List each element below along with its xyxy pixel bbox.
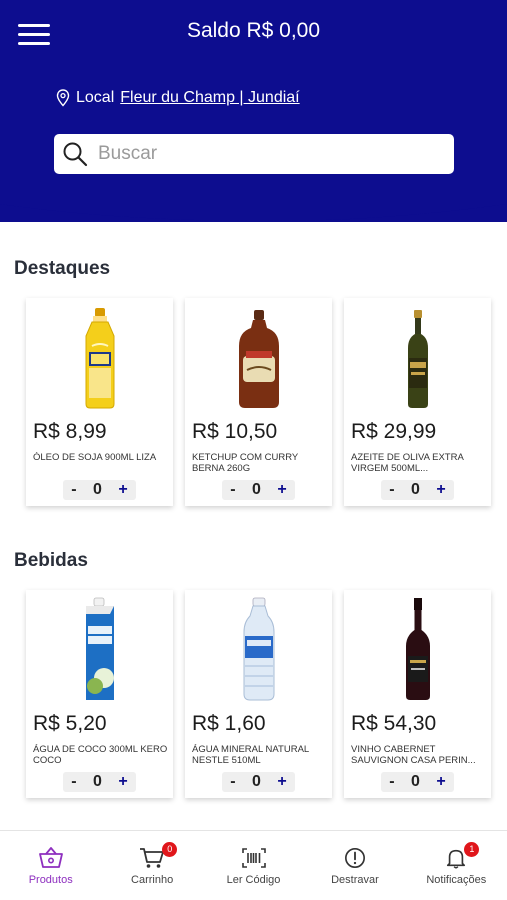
tab-label: Ler Código (226, 874, 281, 886)
product-name: ÁGUA MINERAL NATURAL NESTLE 510ml (192, 744, 309, 766)
tab-label: Notificações (426, 874, 487, 886)
quantity-stepper: - 0 + (63, 772, 136, 792)
quantity-value: 0 (252, 481, 261, 498)
increase-button[interactable]: + (277, 773, 286, 791)
quantity-value: 0 (93, 773, 102, 790)
alert-circle-icon (344, 848, 365, 868)
quantity-stepper: - 0 + (63, 480, 136, 500)
quantity-stepper: - 0 + (381, 772, 454, 792)
product-row-destaques: R$ 8,99 ÓLEO DE SOJA 900ML LIZA - 0 + R$… (26, 298, 491, 506)
product-price: R$ 29,99 (351, 420, 437, 443)
product-price: R$ 8,99 (33, 420, 107, 443)
quantity-stepper: - 0 + (222, 772, 295, 792)
tab-label: Carrinho (131, 874, 174, 886)
quantity-stepper: - 0 + (222, 480, 295, 500)
product-card[interactable]: R$ 29,99 AZEITE DE OLIVA EXTRA VIRGEM 50… (344, 298, 491, 506)
cart-count-badge: 0 (162, 842, 178, 857)
product-price: R$ 10,50 (192, 420, 278, 443)
map-pin-icon (56, 89, 70, 107)
coconut-water-carton-image (85, 597, 114, 700)
oil-bottle-image (85, 308, 114, 409)
product-card[interactable]: R$ 1,60 ÁGUA MINERAL NATURAL NESTLE 510m… (185, 590, 332, 798)
app-header: Saldo R$ 0,00 Local Fleur du Champ | Jun… (0, 0, 507, 222)
tab-label: Destravar (331, 874, 379, 886)
increase-button[interactable]: + (436, 481, 445, 499)
tab-ler-codigo[interactable]: Ler Código (203, 831, 304, 900)
section-title-destaques: Destaques (14, 258, 111, 279)
wine-bottle-image (405, 598, 430, 700)
ketchup-bottle-image (238, 310, 279, 408)
bottom-tab-bar: Produtos 0 Carrinho Ler Código Destravar… (0, 830, 507, 900)
basket-icon (38, 847, 63, 868)
tab-produtos[interactable]: Produtos (0, 831, 101, 900)
tab-carrinho[interactable]: 0 Carrinho (101, 831, 202, 900)
tab-notificacoes[interactable]: 1 Notificações (406, 831, 507, 900)
header-wave (0, 196, 507, 222)
product-row-bebidas: R$ 5,20 ÁGUA DE COCO 300ml KERO COCO - 0… (26, 590, 491, 798)
product-name: VINHO CABERNET SAUVIGNON CASA PERIN... (351, 744, 476, 766)
decrease-button[interactable]: - (71, 773, 76, 791)
balance-text: Saldo R$ 0,00 (186, 19, 321, 42)
product-name: ÓLEO DE SOJA 900ML LIZA (33, 452, 157, 463)
quantity-value: 0 (411, 481, 420, 498)
decrease-button[interactable]: - (230, 773, 235, 791)
product-price: R$ 54,30 (351, 712, 437, 735)
search-bar[interactable] (54, 134, 454, 174)
water-bottle-image (243, 597, 274, 701)
increase-button[interactable]: + (118, 481, 127, 499)
tab-destravar[interactable]: Destravar (304, 831, 405, 900)
increase-button[interactable]: + (118, 773, 127, 791)
product-name: KETCHUP COM CURRY BERNA 260G (192, 452, 299, 474)
location-label: Local (76, 89, 115, 106)
product-price: R$ 5,20 (33, 712, 107, 735)
product-card[interactable]: R$ 54,30 VINHO CABERNET SAUVIGNON CASA P… (344, 590, 491, 798)
notification-count-badge: 1 (464, 842, 480, 857)
increase-button[interactable]: + (436, 773, 445, 791)
quantity-value: 0 (93, 481, 102, 498)
tab-label: Produtos (28, 874, 73, 886)
product-card[interactable]: R$ 5,20 ÁGUA DE COCO 300ml KERO COCO - 0… (26, 590, 173, 798)
location-link[interactable]: Fleur du Champ | Jundiaí (120, 89, 299, 107)
decrease-button[interactable]: - (71, 481, 76, 499)
quantity-value: 0 (252, 773, 261, 790)
decrease-button[interactable]: - (389, 481, 394, 499)
location-row: Local Fleur du Champ | Jundiaí (56, 89, 300, 107)
product-name: AZEITE DE OLIVA EXTRA VIRGEM 500ML... (351, 452, 464, 474)
increase-button[interactable]: + (277, 481, 286, 499)
search-icon (63, 142, 88, 167)
barcode-icon (241, 848, 266, 868)
product-price: R$ 1,60 (192, 712, 266, 735)
olive-oil-bottle-image (407, 310, 428, 408)
quantity-stepper: - 0 + (381, 480, 454, 500)
product-name: ÁGUA DE COCO 300ml KERO COCO (33, 744, 168, 766)
search-input[interactable] (98, 143, 438, 165)
quantity-value: 0 (411, 773, 420, 790)
decrease-button[interactable]: - (389, 773, 394, 791)
decrease-button[interactable]: - (230, 481, 235, 499)
product-card[interactable]: R$ 10,50 KETCHUP COM CURRY BERNA 260G - … (185, 298, 332, 506)
product-card[interactable]: R$ 8,99 ÓLEO DE SOJA 900ML LIZA - 0 + (26, 298, 173, 506)
section-title-bebidas: Bebidas (14, 550, 88, 571)
cart-icon (140, 848, 165, 868)
